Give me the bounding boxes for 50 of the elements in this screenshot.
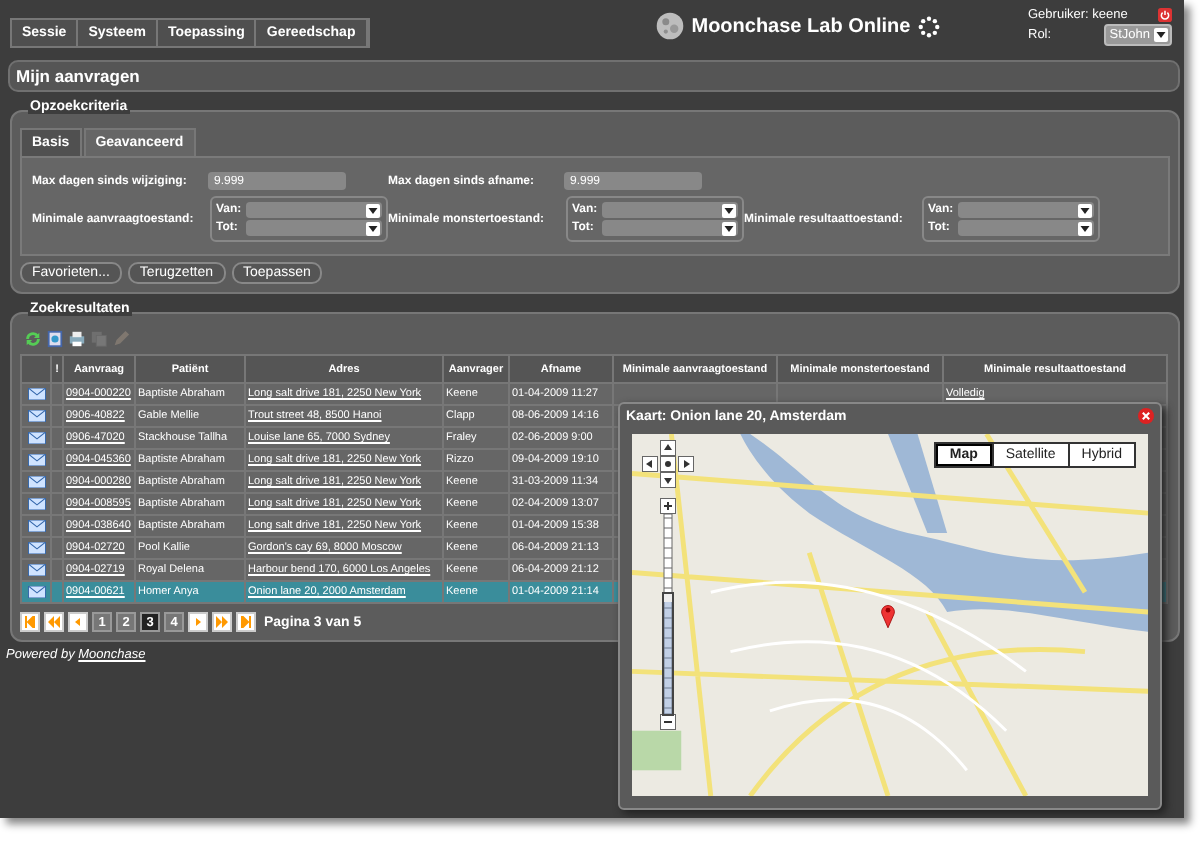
envelope-icon[interactable] [27,476,45,488]
envelope-icon[interactable] [27,454,45,466]
row-selector-cell[interactable] [21,405,51,427]
power-icon[interactable] [1158,8,1172,22]
first-icon [24,616,36,628]
envelope-icon[interactable] [27,498,45,510]
row-selector-cell[interactable] [21,471,51,493]
dropdown-field[interactable] [246,202,382,218]
row-selector-cell[interactable] [21,427,51,449]
document-icon[interactable] [46,330,64,348]
arrow-left-icon [72,616,84,628]
dropdown-arrow-icon [368,225,378,231]
arrow-right-icon [192,616,204,628]
dropdown-arrow-icon [724,207,734,213]
page-title: Mijn aanvragen [16,66,140,86]
double-arrow-left-icon [48,616,60,628]
refresh-icon[interactable] [24,330,42,348]
envelope-icon[interactable] [27,564,45,576]
spinner-icon [918,15,941,37]
envelope-icon[interactable] [27,388,45,400]
row-selector-cell[interactable] [21,537,51,559]
row-selector-cell[interactable] [21,383,51,405]
printer-icon[interactable] [68,330,86,348]
dropdown-field[interactable] [958,220,1094,236]
close-icon[interactable] [1138,408,1154,424]
row-selector-cell[interactable] [21,581,51,603]
dropdown-field[interactable] [958,202,1094,218]
map-pin-icon [880,602,896,628]
dropdown-field[interactable] [602,220,738,236]
envelope-icon[interactable] [27,432,45,444]
dropdown-field[interactable] [602,202,738,218]
last-icon [240,616,252,628]
dropdown-field[interactable] [246,220,382,236]
row-selector-cell[interactable] [21,493,51,515]
dropdown-arrow-icon [724,225,734,231]
dropdown-arrow-icon [1156,32,1166,38]
envelope-icon[interactable] [27,520,45,532]
row-selector-cell[interactable] [21,559,51,581]
dropdown-arrow-icon [1080,225,1090,231]
moon-logo-icon [655,12,684,40]
envelope-icon[interactable] [27,410,45,422]
dropdown-arrow-icon [1080,207,1090,213]
envelope-icon[interactable] [27,542,45,554]
zoom-level-fill[interactable] [663,594,671,714]
row-selector-cell[interactable] [21,449,51,471]
double-arrow-right-icon [216,616,228,628]
row-selector-cell[interactable] [21,515,51,537]
envelope-icon[interactable] [27,586,45,598]
dropdown-arrow-icon [368,207,378,213]
app-title: Moonchase Lab Online [691,15,911,37]
